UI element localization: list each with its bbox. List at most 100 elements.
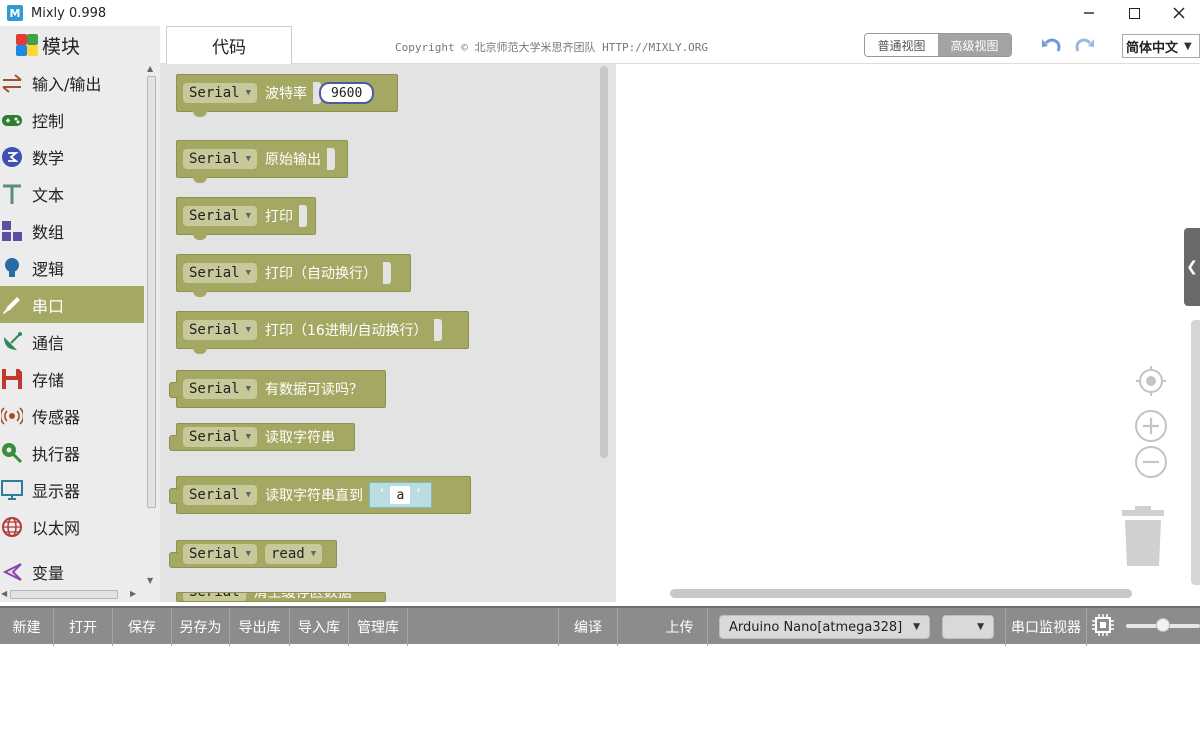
serial-print-hex-block[interactable]: Serial ▼ 打印（16进制/自动换行） xyxy=(176,311,469,354)
open-button[interactable]: 打开 xyxy=(54,608,113,646)
sidebar-vertical-scrollbar[interactable]: ▲ ▼ xyxy=(145,64,158,588)
language-select[interactable]: 简体中文 ▼ xyxy=(1122,34,1200,58)
serial-print-block[interactable]: Serial ▼ 打印 xyxy=(176,197,316,240)
string-input[interactable]: ‘ a ’ xyxy=(369,482,432,508)
chevron-down-icon: ▼ xyxy=(245,549,251,559)
serial-write-block[interactable]: Serial ▼ 原始输出 xyxy=(176,140,348,183)
minimize-icon xyxy=(1084,12,1094,14)
new-button[interactable]: 新建 xyxy=(0,608,54,646)
sidebar-item-label: 存储 xyxy=(32,370,65,390)
serial-dropdown[interactable]: Serial ▼ xyxy=(183,544,257,564)
serial-dropdown[interactable]: Serial ▼ xyxy=(183,206,257,226)
chevron-down-icon: ▼ xyxy=(310,549,317,559)
sidebar-item-control[interactable]: 控制 xyxy=(0,101,144,138)
workspace-canvas[interactable] xyxy=(616,64,1200,602)
sidebar-item-sensor[interactable]: 传感器 xyxy=(0,397,144,434)
recenter-icon[interactable] xyxy=(1135,365,1167,397)
minimize-button[interactable] xyxy=(1066,0,1112,26)
port-select[interactable]: ▼ xyxy=(942,615,994,639)
globe-icon xyxy=(2,517,22,537)
serial-dropdown[interactable]: Serial ▼ xyxy=(183,320,257,340)
collapse-panel-button[interactable]: ❮ xyxy=(1184,228,1200,306)
block-label: 打印（自动换行） xyxy=(265,266,377,282)
export-library-button[interactable]: 导出库 xyxy=(230,608,290,646)
block-label: 读取字符串直到 xyxy=(265,488,363,504)
sidebar-item-math[interactable]: 数学 xyxy=(0,138,144,175)
sidebar-scroll-thumb[interactable] xyxy=(147,76,156,508)
redo-icon[interactable] xyxy=(1073,35,1095,55)
serial-available-block[interactable]: Serial ▼ 有数据可读吗？ xyxy=(169,370,386,408)
sidebar-item-serial[interactable]: 串口 xyxy=(0,286,144,323)
trash-icon[interactable] xyxy=(1120,506,1166,568)
serial-dropdown[interactable]: Serial ▼ xyxy=(183,149,257,169)
view-toggle: 普通视图 高级视图 xyxy=(864,33,1012,57)
serial-dropdown[interactable]: Serial ▼ xyxy=(183,263,257,283)
zoom-in-icon[interactable] xyxy=(1135,410,1167,442)
sidebar-horizontal-scrollbar[interactable]: ◀ ▶ xyxy=(0,588,158,601)
serial-dropdown[interactable]: Serial ▼ xyxy=(183,427,257,447)
bulb-icon xyxy=(5,258,19,277)
sidebar-item-label: 串口 xyxy=(32,296,65,316)
string-value[interactable]: a xyxy=(390,486,411,504)
serial-read-until-block[interactable]: Serial ▼ 读取字符串直到 ‘ a ’ xyxy=(169,476,471,514)
chevron-down-icon: ▼ xyxy=(245,154,251,164)
sensor-icon xyxy=(1,407,23,425)
serial-println-block[interactable]: Serial ▼ 打印（自动换行） xyxy=(176,254,411,297)
board-value: Arduino Nano[atmega328] xyxy=(729,619,903,635)
tab-code[interactable]: 代码 xyxy=(166,26,292,64)
flyout-scrollbar[interactable] xyxy=(600,66,608,458)
sidebar-item-array[interactable]: 数组 xyxy=(0,212,144,249)
chevron-down-icon: ▼ xyxy=(977,622,984,632)
manage-library-button[interactable]: 管理库 xyxy=(349,608,408,646)
scroll-right-icon[interactable]: ▶ xyxy=(130,589,136,598)
sidebar-item-actuator[interactable]: 执行器 xyxy=(0,434,144,471)
zoom-slider-handle[interactable] xyxy=(1156,618,1170,632)
sidebar-item-text[interactable]: 文本 xyxy=(0,175,144,212)
sidebar-item-communication[interactable]: 通信 xyxy=(0,323,144,360)
chevron-down-icon: ▼ xyxy=(245,88,251,98)
maximize-button[interactable] xyxy=(1111,0,1157,26)
serial-read-block[interactable]: Serial ▼ read ▼ xyxy=(169,540,337,568)
serial-dropdown[interactable]: Serial ▼ xyxy=(183,379,257,399)
read-mode-dropdown[interactable]: read ▼ xyxy=(265,544,323,564)
scroll-left-icon[interactable]: ◀ xyxy=(1,589,7,598)
serial-dropdown[interactable]: Serial ▼ xyxy=(183,485,257,505)
math-icon xyxy=(2,147,22,167)
sidebar-item-logic[interactable]: 逻辑 xyxy=(0,249,144,286)
scroll-down-icon[interactable]: ▼ xyxy=(147,576,153,585)
sidebar-item-variable[interactable]: 变量 xyxy=(0,553,144,590)
zoom-out-icon[interactable] xyxy=(1135,446,1167,478)
undo-icon[interactable] xyxy=(1041,35,1063,55)
board-select[interactable]: Arduino Nano[atmega328] ▼ xyxy=(719,615,930,639)
sidebar-item-storage[interactable]: 存储 xyxy=(0,360,144,397)
serial-flush-block[interactable]: Serial 清空缓存区数据 xyxy=(176,592,386,602)
baud-value[interactable]: 9600 xyxy=(319,82,375,104)
normal-view-button[interactable]: 普通视图 xyxy=(865,34,938,56)
close-button[interactable] xyxy=(1156,0,1200,26)
compile-button[interactable]: 编译 xyxy=(558,608,618,646)
workspace-vertical-scrollbar[interactable] xyxy=(1191,320,1200,585)
sidebar-item-io[interactable]: 输入/输出 xyxy=(0,64,144,101)
sidebar-item-label: 以太网 xyxy=(32,518,81,538)
sidebar-item-label: 显示器 xyxy=(32,481,81,501)
sidebar-item-display[interactable]: 显示器 xyxy=(0,471,144,508)
chip-icon[interactable] xyxy=(1092,614,1114,636)
upload-button[interactable]: 上传 xyxy=(618,608,708,646)
sidebar-hscroll-thumb[interactable] xyxy=(10,590,118,599)
save-as-button[interactable]: 另存为 xyxy=(172,608,230,646)
baud-input[interactable]: 9600 xyxy=(319,80,375,106)
sidebar-item-label: 文本 xyxy=(32,185,65,205)
sidebar-item-ethernet[interactable]: 以太网 xyxy=(0,508,144,545)
language-value: 简体中文 xyxy=(1126,40,1179,56)
serial-read-string-block[interactable]: Serial ▼ 读取字符串 xyxy=(169,423,355,451)
advanced-view-button[interactable]: 高级视图 xyxy=(938,34,1011,56)
workspace-horizontal-scrollbar[interactable] xyxy=(670,589,1132,598)
save-button[interactable]: 保存 xyxy=(113,608,172,646)
import-library-button[interactable]: 导入库 xyxy=(290,608,349,646)
serial-baud-block[interactable]: Serial ▼ 波特率 9600 xyxy=(176,74,398,117)
chevron-left-icon: ❮ xyxy=(1186,259,1198,275)
serial-dropdown[interactable]: Serial xyxy=(183,593,246,601)
serial-monitor-button[interactable]: 串口监视器 xyxy=(1005,608,1087,646)
serial-dropdown[interactable]: Serial ▼ xyxy=(183,83,257,103)
scroll-up-icon[interactable]: ▲ xyxy=(147,64,153,73)
